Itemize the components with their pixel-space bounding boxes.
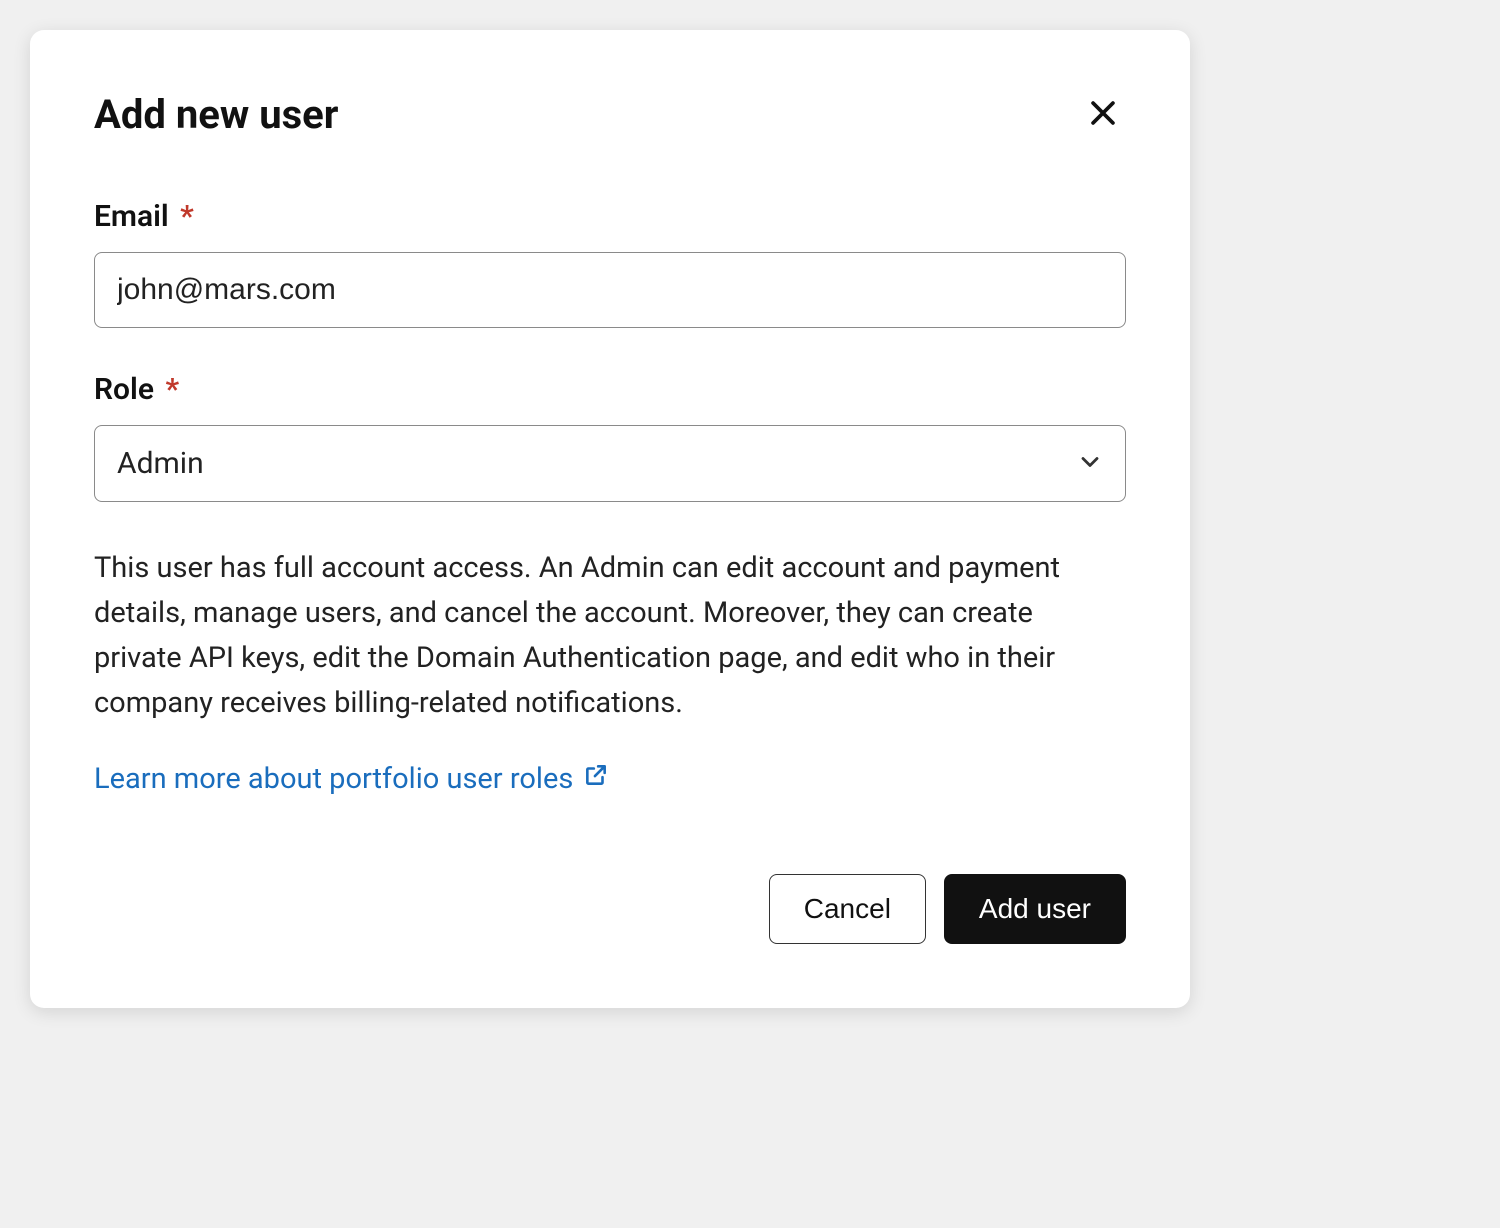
role-description: This user has full account access. An Ad… bbox=[94, 546, 1126, 726]
email-label: Email * bbox=[94, 199, 1126, 234]
email-field-group: Email * bbox=[94, 199, 1126, 328]
role-label-text: Role bbox=[94, 372, 154, 407]
role-label: Role * bbox=[94, 372, 1126, 407]
add-user-button[interactable]: Add user bbox=[944, 874, 1126, 944]
learn-more-text: Learn more about portfolio user roles bbox=[94, 762, 573, 796]
add-user-modal: Add new user Email * Role * Admin This u… bbox=[30, 30, 1190, 1008]
email-label-text: Email bbox=[94, 199, 169, 234]
role-field-group: Role * Admin bbox=[94, 372, 1126, 502]
close-icon bbox=[1086, 96, 1120, 133]
modal-header: Add new user bbox=[94, 90, 1126, 139]
email-input[interactable] bbox=[94, 252, 1126, 328]
role-select-wrapper: Admin bbox=[94, 425, 1126, 502]
required-indicator: * bbox=[165, 372, 179, 407]
modal-footer: Cancel Add user bbox=[94, 874, 1126, 944]
role-selected-value: Admin bbox=[117, 446, 204, 481]
external-link-icon bbox=[583, 762, 609, 796]
learn-more-link[interactable]: Learn more about portfolio user roles bbox=[94, 762, 609, 796]
close-button[interactable] bbox=[1080, 90, 1126, 139]
required-indicator: * bbox=[180, 199, 194, 234]
cancel-button[interactable]: Cancel bbox=[769, 874, 926, 944]
modal-title: Add new user bbox=[94, 91, 338, 138]
role-select[interactable]: Admin bbox=[94, 425, 1126, 502]
